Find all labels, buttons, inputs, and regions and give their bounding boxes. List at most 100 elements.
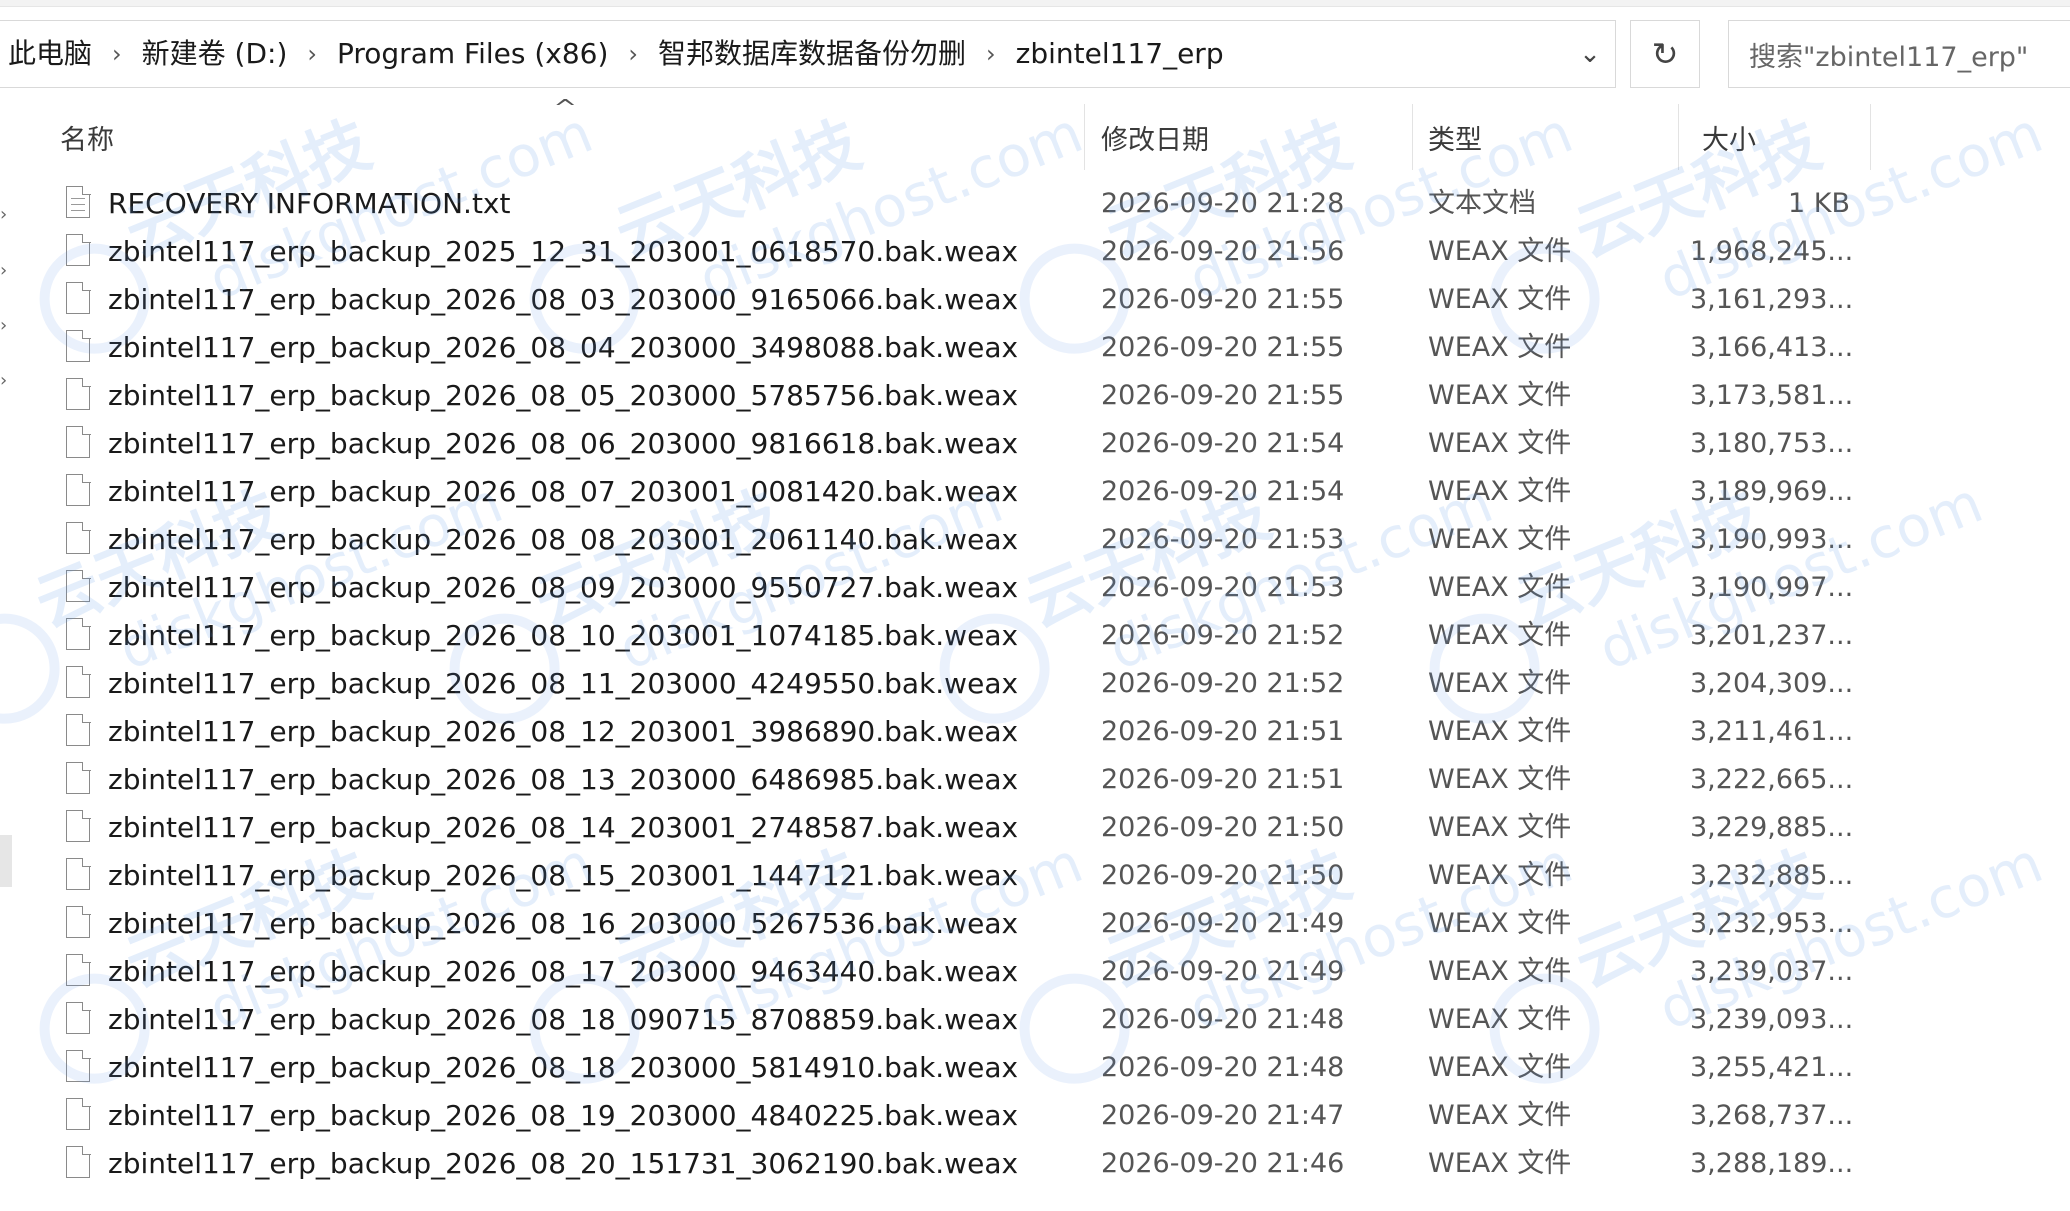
file-size: 3,161,293... <box>1690 284 1854 315</box>
file-name: zbintel117_erp_backup_2026_08_16_203000_… <box>108 907 1019 940</box>
file-icon <box>66 425 91 458</box>
file-size: 3,239,093... <box>1690 1004 1854 1035</box>
file-modified-date: 2026-09-20 21:52 <box>1101 668 1345 699</box>
file-name: zbintel117_erp_backup_2026_08_19_203000_… <box>108 1099 1019 1132</box>
column-header-size-label: 大小 <box>1702 124 1756 156</box>
file-name: zbintel117_erp_backup_2026_08_17_203000_… <box>108 955 1019 988</box>
file-icon <box>66 809 91 842</box>
file-row[interactable]: zbintel117_erp_backup_2026_08_12_203001_… <box>0 708 1880 756</box>
breadcrumb-this-pc[interactable]: 此电脑 <box>0 21 100 87</box>
file-row[interactable]: zbintel117_erp_backup_2026_08_18_090715_… <box>0 996 1880 1044</box>
file-row[interactable]: zbintel117_erp_backup_2026_08_03_203000_… <box>0 276 1880 324</box>
breadcrumb-current-folder[interactable]: zbintel117_erp <box>1008 21 1232 87</box>
file-type: WEAX 文件 <box>1428 524 1572 555</box>
file-row[interactable]: zbintel117_erp_backup_2026_08_05_203000_… <box>0 372 1880 420</box>
file-row[interactable]: zbintel117_erp_backup_2026_08_09_203000_… <box>0 564 1880 612</box>
column-divider[interactable] <box>1412 104 1413 170</box>
file-size: 3,268,737... <box>1690 1100 1854 1131</box>
file-modified-date: 2026-09-20 21:49 <box>1101 956 1345 987</box>
file-row[interactable]: zbintel117_erp_backup_2026_08_04_203000_… <box>0 324 1880 372</box>
file-type: WEAX 文件 <box>1428 1100 1572 1131</box>
file-icon <box>66 857 91 890</box>
search-placeholder: 搜索"zbintel117_erp" <box>1749 41 2029 73</box>
column-header-name[interactable]: 名称 <box>60 102 1080 172</box>
file-type: WEAX 文件 <box>1428 812 1572 843</box>
file-row[interactable]: zbintel117_erp_backup_2026_08_20_151731_… <box>0 1140 1880 1188</box>
address-history-dropdown[interactable]: ⌄ <box>1566 21 1614 87</box>
file-row[interactable]: zbintel117_erp_backup_2026_08_07_203001_… <box>0 468 1880 516</box>
file-name: zbintel117_erp_backup_2026_08_18_203000_… <box>108 1051 1019 1084</box>
file-modified-date: 2026-09-20 21:50 <box>1101 812 1345 843</box>
file-modified-date: 2026-09-20 21:49 <box>1101 908 1345 939</box>
file-row[interactable]: zbintel117_erp_backup_2026_08_14_203001_… <box>0 804 1880 852</box>
breadcrumb-backup-folder[interactable]: 智邦数据库数据备份勿删 <box>650 21 974 87</box>
file-row[interactable]: zbintel117_erp_backup_2026_08_18_203000_… <box>0 1044 1880 1092</box>
refresh-button[interactable]: ↻ <box>1630 20 1700 88</box>
file-icon <box>66 713 91 746</box>
file-modified-date: 2026-09-20 21:48 <box>1101 1052 1345 1083</box>
file-icon <box>66 329 91 362</box>
file-size: 3,189,969... <box>1690 476 1854 507</box>
column-divider[interactable] <box>1084 104 1085 170</box>
file-icon <box>66 281 91 314</box>
file-row[interactable]: zbintel117_erp_backup_2026_08_11_203000_… <box>0 660 1880 708</box>
column-header-type[interactable]: 类型 <box>1428 102 1668 172</box>
file-icon <box>66 569 91 602</box>
file-row[interactable]: zbintel117_erp_backup_2026_08_06_203000_… <box>0 420 1880 468</box>
file-icon <box>66 1145 91 1178</box>
file-type: WEAX 文件 <box>1428 620 1572 651</box>
file-size: 3,190,993... <box>1690 524 1854 555</box>
chevron-right-icon[interactable]: › <box>974 40 1008 68</box>
file-type: WEAX 文件 <box>1428 236 1572 267</box>
file-modified-date: 2026-09-20 21:53 <box>1101 572 1345 603</box>
file-size: 3,222,665... <box>1690 764 1854 795</box>
column-header-name-label: 名称 <box>60 124 114 156</box>
file-row[interactable]: zbintel117_erp_backup_2026_08_13_203000_… <box>0 756 1880 804</box>
file-type: WEAX 文件 <box>1428 428 1572 459</box>
file-modified-date: 2026-09-20 21:28 <box>1101 188 1345 219</box>
file-modified-date: 2026-09-20 21:50 <box>1101 860 1345 891</box>
search-input[interactable]: 搜索"zbintel117_erp" <box>1728 20 2070 88</box>
file-name: zbintel117_erp_backup_2026_08_20_151731_… <box>108 1147 1019 1180</box>
file-size: 3,232,953... <box>1690 908 1854 939</box>
file-type: WEAX 文件 <box>1428 764 1572 795</box>
file-name: zbintel117_erp_backup_2026_08_10_203001_… <box>108 619 1019 652</box>
file-name: zbintel117_erp_backup_2026_08_12_203001_… <box>108 715 1019 748</box>
file-type: WEAX 文件 <box>1428 1004 1572 1035</box>
file-type: WEAX 文件 <box>1428 284 1572 315</box>
file-icon <box>66 617 91 650</box>
file-row[interactable]: RECOVERY INFORMATION.txt 2026-09-20 21:28… <box>0 180 1880 228</box>
file-icon <box>66 1097 91 1130</box>
file-type: WEAX 文件 <box>1428 860 1572 891</box>
breadcrumb-drive-d[interactable]: 新建卷 (D:) <box>134 21 296 87</box>
file-name: zbintel117_erp_backup_2026_08_09_203000_… <box>108 571 1019 604</box>
chevron-right-icon[interactable]: › <box>100 40 134 68</box>
column-header-size[interactable]: 大小 <box>1702 102 1862 172</box>
file-modified-date: 2026-09-20 21:52 <box>1101 620 1345 651</box>
file-type: WEAX 文件 <box>1428 380 1572 411</box>
file-row[interactable]: zbintel117_erp_backup_2026_08_15_203001_… <box>0 852 1880 900</box>
file-size: 3,232,885... <box>1690 860 1854 891</box>
chevron-right-icon[interactable]: › <box>295 40 329 68</box>
file-row[interactable]: zbintel117_erp_backup_2026_08_19_203000_… <box>0 1092 1880 1140</box>
column-header-date[interactable]: 修改日期 <box>1101 102 1401 172</box>
address-bar[interactable]: 此电脑 › 新建卷 (D:) › Program Files (x86) › 智… <box>0 20 1616 88</box>
file-row[interactable]: zbintel117_erp_backup_2026_08_08_203001_… <box>0 516 1880 564</box>
column-divider[interactable] <box>1678 104 1679 170</box>
file-type: WEAX 文件 <box>1428 476 1572 507</box>
file-row[interactable]: zbintel117_erp_backup_2026_08_16_203000_… <box>0 900 1880 948</box>
breadcrumb-program-files[interactable]: Program Files (x86) <box>329 21 616 87</box>
file-size: 3,229,885... <box>1690 812 1854 843</box>
file-icon <box>66 905 91 938</box>
column-divider[interactable] <box>1870 104 1871 170</box>
file-name: zbintel117_erp_backup_2026_08_18_090715_… <box>108 1003 1019 1036</box>
file-type: WEAX 文件 <box>1428 956 1572 987</box>
window-top-edge <box>0 0 2070 7</box>
file-size: 3,180,753... <box>1690 428 1854 459</box>
chevron-right-icon[interactable]: › <box>616 40 650 68</box>
file-row[interactable]: zbintel117_erp_backup_2026_08_17_203000_… <box>0 948 1880 996</box>
file-modified-date: 2026-09-20 21:54 <box>1101 428 1345 459</box>
file-row[interactable]: zbintel117_erp_backup_2025_12_31_203001_… <box>0 228 1880 276</box>
file-row[interactable]: zbintel117_erp_backup_2026_08_10_203001_… <box>0 612 1880 660</box>
file-modified-date: 2026-09-20 21:55 <box>1101 380 1345 411</box>
